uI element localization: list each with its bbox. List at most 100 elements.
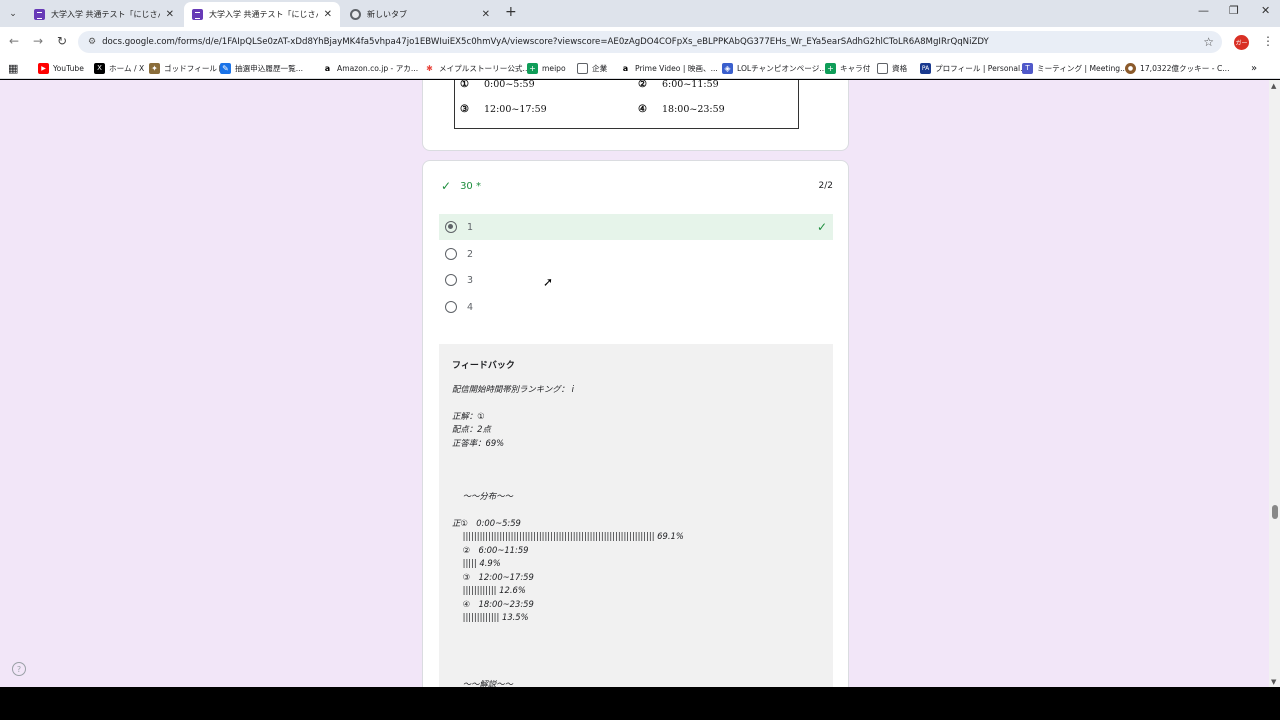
check-icon: ✓	[441, 179, 452, 193]
scroll-down-icon[interactable]: ▼	[1271, 678, 1276, 686]
chrome-icon	[350, 9, 361, 20]
google-forms-icon	[192, 9, 203, 20]
site-info-icon[interactable]: ⚙	[88, 37, 96, 47]
bookmark-item[interactable]: T ミーティング | Meeting...	[1022, 61, 1127, 75]
back-icon[interactable]: ←	[9, 34, 19, 48]
feedback-body: 配信開始時間帯別ランキング： i 正解：① 配点：2点 正答率：69% ～～分布～～…	[452, 383, 820, 687]
close-icon[interactable]: ✕	[482, 9, 490, 20]
bookmark-item[interactable]: 資格	[877, 61, 907, 75]
bookmark-item[interactable]: ● 17,0322億クッキー - C...	[1125, 61, 1229, 75]
bookmark-item[interactable]: a Prime Video | 映画、...	[620, 61, 718, 75]
close-icon[interactable]: ✕	[166, 9, 174, 20]
feedback-line: ||||| 4.9%	[452, 558, 501, 569]
window-close-icon[interactable]: ✕	[1261, 4, 1270, 17]
feedback-line: ||||||||||||||||||||||||||||||||||||||||…	[452, 531, 684, 542]
tab-strip: ⌄ 大学入学 共通テスト「にじさんじ」 ✕ 大学入学 共通テスト「にじさんじ」 …	[0, 0, 1280, 27]
bookmark-item[interactable]: PA プロフィール | Personal...	[920, 61, 1027, 75]
question-header: ✓ 30 * 2/2	[441, 178, 833, 194]
question-title: 30 *	[460, 180, 481, 192]
bookmark-item[interactable]: a Amazon.co.jp - アカ...	[322, 61, 418, 75]
feedback-line	[452, 624, 820, 637]
tab-1[interactable]: 大学入学 共通テスト「にじさんじ」 ✕	[184, 2, 340, 27]
feedback-line: 配点：2点	[452, 424, 491, 435]
forward-icon[interactable]: →	[33, 34, 43, 48]
feedback-line	[452, 665, 820, 678]
restore-icon[interactable]: ❐	[1229, 4, 1239, 17]
feedback-line	[452, 396, 820, 409]
tab-search-icon[interactable]: ⌄	[4, 5, 22, 23]
option-3[interactable]: 3	[439, 267, 833, 293]
more-bookmarks-icon[interactable]: »	[1251, 61, 1257, 75]
bookmark-item[interactable]: ✦ ゴッドフィールド	[149, 61, 225, 75]
radio-unselected[interactable]	[445, 274, 457, 286]
feedback-line	[452, 450, 820, 463]
tab-0[interactable]: 大学入学 共通テスト「にじさんじ」 ✕	[26, 2, 182, 27]
time-option: ① 0:00~5:59	[460, 80, 535, 90]
bookmark-item[interactable]: X ホーム / X	[94, 61, 144, 75]
x-icon: X	[94, 62, 105, 74]
feedback-line: ② 6:00~11:59	[452, 544, 529, 555]
ticket-icon: ✎	[220, 62, 231, 74]
bookmark-item[interactable]: ◈ LOLチャンピオンページ...	[722, 61, 827, 75]
option-label: 4	[467, 301, 474, 313]
menu-icon[interactable]: ⋮	[1262, 34, 1274, 48]
sheets-icon: +	[527, 62, 538, 74]
time-option: ③ 12:00~17:59	[460, 104, 547, 115]
tab-title: 大学入学 共通テスト「にじさんじ」	[51, 10, 160, 19]
folder-icon	[877, 62, 888, 74]
feedback-title: フィードバック	[452, 361, 515, 371]
feedback-line	[452, 504, 820, 517]
option-4[interactable]: 4	[439, 294, 833, 320]
feedback-line	[452, 638, 820, 651]
help-icon[interactable]: ?	[12, 662, 26, 676]
tab-2[interactable]: 新しいタブ ✕	[342, 2, 498, 27]
feedback-line: ～～解説～～	[452, 678, 513, 687]
scrollbar-thumb[interactable]	[1272, 505, 1278, 519]
page-scrollbar[interactable]: ▲ ▼	[1269, 80, 1280, 687]
feedback-line: 正解：①	[452, 410, 485, 421]
time-range-table: ① 0:00~5:59 ② 6:00~11:59 ③ 12:00~17:59 ④ 18:…	[454, 80, 799, 129]
google-forms-icon	[34, 9, 45, 20]
feedback-line: 正① 0:00~5:59	[452, 518, 521, 529]
lol-icon: ◈	[722, 62, 733, 74]
sheets-icon: +	[825, 62, 836, 74]
reload-icon[interactable]: ↻	[57, 34, 67, 48]
folder-icon	[577, 62, 588, 74]
new-tab-icon[interactable]: +	[505, 4, 517, 20]
scroll-up-icon[interactable]: ▲	[1271, 82, 1276, 90]
radio-unselected[interactable]	[445, 301, 457, 313]
feedback-line: |||||||||||| 12.6%	[452, 585, 526, 596]
option-label: 1	[467, 221, 474, 233]
bookmark-item[interactable]: + meipo	[527, 61, 566, 75]
minimize-icon[interactable]: —	[1198, 4, 1209, 17]
bookmark-item[interactable]: 企業	[577, 61, 607, 75]
option-2[interactable]: 2	[439, 241, 833, 267]
tab-title: 大学入学 共通テスト「にじさんじ」	[209, 10, 318, 19]
radio-selected[interactable]	[445, 221, 457, 233]
feedback-line: ||||||||||||| 13.5%	[452, 611, 529, 622]
bookmark-item[interactable]: ✎ 抽選申込履歴一覧...	[220, 61, 303, 75]
profile-icon: PA	[920, 62, 931, 74]
url-text[interactable]: docs.google.com/forms/d/e/1FAIpQLSe0zAT-…	[102, 37, 1203, 47]
feedback-line	[452, 651, 820, 664]
mouse-cursor-icon: ➚	[543, 275, 554, 289]
bookmark-item[interactable]: ▶ YouTube	[38, 61, 84, 75]
feedback-panel: フィードバック 配信開始時間帯別ランキング： i 正解：① 配点：2点 正答率：69…	[439, 344, 833, 687]
option-1[interactable]: 1 ✓	[439, 214, 833, 240]
apps-icon[interactable]: ▦	[8, 61, 18, 75]
bookmark-item[interactable]: ✱ メイプルストーリー公式...	[424, 61, 530, 75]
youtube-icon: ▶	[38, 62, 49, 74]
bookmark-star-icon[interactable]: ☆	[1203, 35, 1214, 49]
close-icon[interactable]: ✕	[324, 9, 332, 20]
feedback-line: 正答率：69%	[452, 437, 505, 448]
radio-unselected[interactable]	[445, 248, 457, 260]
bookmark-item[interactable]: + キャラ付	[825, 61, 870, 75]
profile-avatar[interactable]: ガー	[1234, 35, 1249, 50]
time-option: ② 6:00~11:59	[638, 80, 719, 90]
teams-icon: T	[1022, 62, 1033, 74]
address-bar[interactable]: ⚙ docs.google.com/forms/d/e/1FAIpQLSe0zA…	[78, 31, 1222, 53]
game-icon: ✦	[149, 62, 160, 74]
option-label: 3	[467, 274, 474, 286]
amazon-icon: a	[622, 63, 629, 73]
question-card: ✓ 30 * 2/2 1 ✓ 2 3 4 フィードバック 配信開始時間帯別ランキ…	[422, 160, 849, 687]
